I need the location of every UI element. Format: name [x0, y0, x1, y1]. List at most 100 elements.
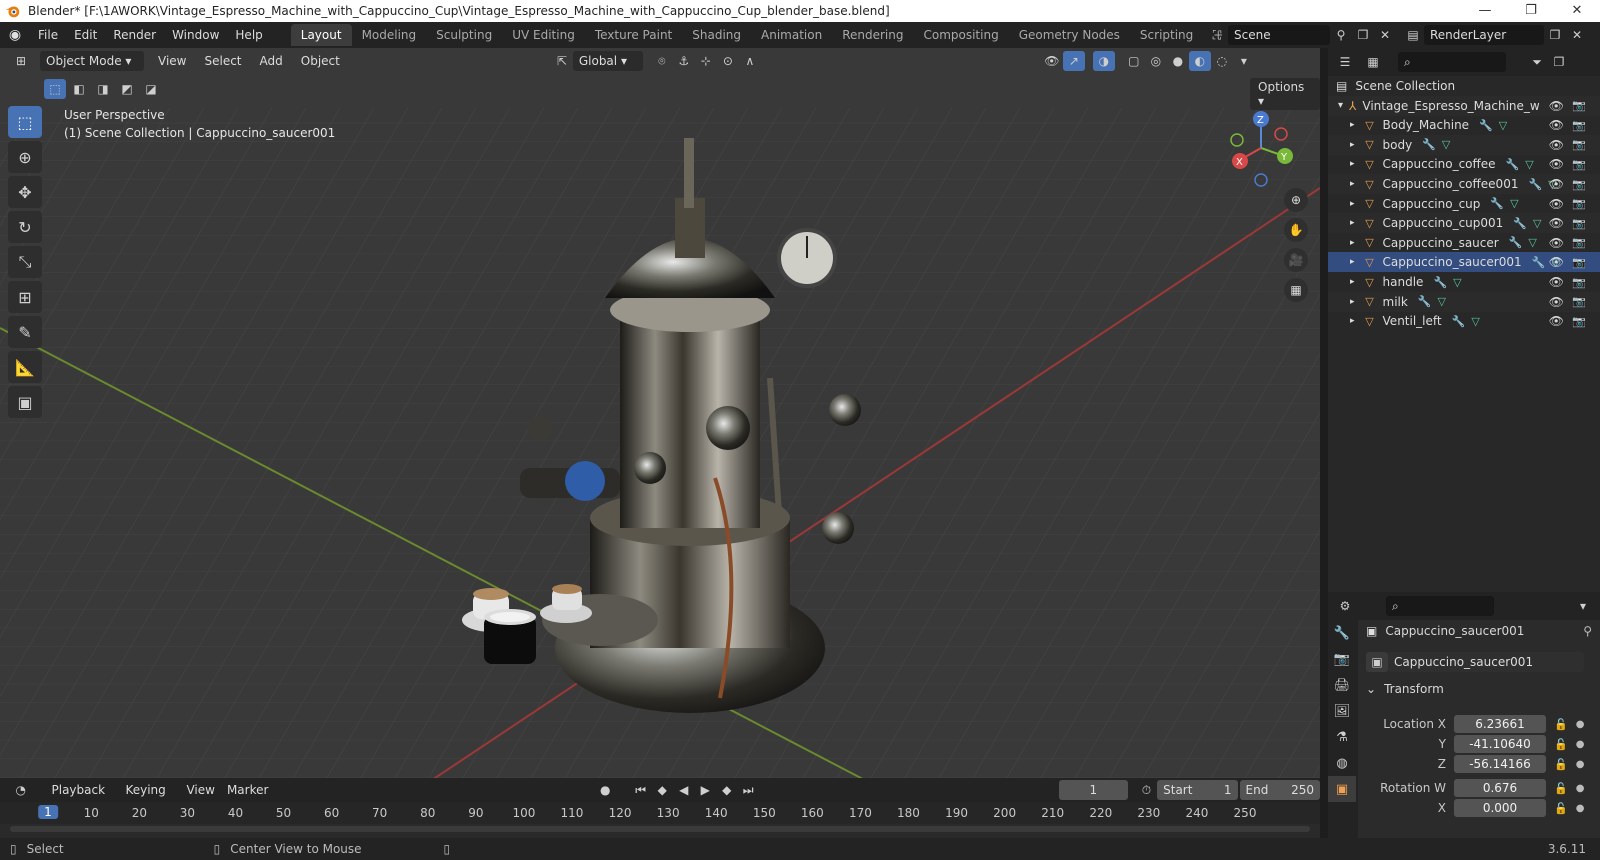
- vertex-group-icon[interactable]: ▽: [1453, 276, 1461, 289]
- navigation-gizmo[interactable]: Z Y X: [1226, 108, 1296, 188]
- editor-type-icon[interactable]: ⊞: [10, 51, 32, 71]
- expand-arrow-icon[interactable]: ▸: [1350, 238, 1355, 248]
- select-menu[interactable]: Select: [198, 51, 247, 71]
- solid-shading-icon[interactable]: ●: [1167, 51, 1189, 71]
- timeline-view-menu[interactable]: View: [180, 780, 220, 800]
- object-tab-icon[interactable]: ▣: [1328, 776, 1356, 802]
- properties-options-icon[interactable]: ▾: [1572, 596, 1594, 616]
- end-frame-field[interactable]: End 250: [1239, 780, 1320, 800]
- outliner-item[interactable]: ▸ ▽ Cappuccino_coffee001 🔧 ▽ 👁 📷: [1328, 174, 1600, 194]
- scene-field[interactable]: Scene: [1228, 25, 1330, 45]
- expand-arrow-icon[interactable]: ▸: [1350, 218, 1355, 228]
- timeline-editor[interactable]: ◔ Playback ▾ Keying ▾ View Marker ● ⏮ ◆ …: [0, 778, 1320, 838]
- shading-dropdown-icon[interactable]: ▾: [1233, 51, 1255, 71]
- annotate-tool-icon[interactable]: ✎: [8, 316, 42, 348]
- new-layer-icon[interactable]: ❐: [1544, 25, 1566, 45]
- outliner-item[interactable]: ▸ ▽ body 🔧 ▽ 👁 📷: [1328, 134, 1600, 155]
- rotate-tool-icon[interactable]: ↻: [8, 211, 42, 243]
- expand-arrow-icon[interactable]: ▸: [1350, 199, 1355, 209]
- scale-tool-icon[interactable]: ⤡: [8, 246, 42, 278]
- visibility-icon[interactable]: 👁: [1041, 51, 1063, 71]
- visibility-eye-icon[interactable]: 👁: [1549, 138, 1564, 152]
- visibility-eye-icon[interactable]: 👁: [1549, 177, 1564, 191]
- menu-help[interactable]: Help: [227, 22, 270, 48]
- visibility-eye-icon[interactable]: 👁: [1549, 236, 1564, 250]
- visibility-eye-icon[interactable]: 👁: [1549, 255, 1564, 269]
- keying-menu[interactable]: Keying ▾: [119, 780, 180, 817]
- outliner-collection-row[interactable]: ▾ ⅄ Vintage_Espresso_Machine_w 👁 📷: [1328, 95, 1600, 116]
- object-menu[interactable]: Object: [295, 51, 346, 71]
- tab-modeling[interactable]: Modeling: [352, 24, 427, 46]
- new-scene-icon[interactable]: ❐: [1352, 25, 1374, 45]
- menu-render[interactable]: Render: [105, 22, 164, 48]
- measure-tool-icon[interactable]: 📐: [8, 351, 42, 383]
- render-camera-icon[interactable]: 📷: [1572, 138, 1586, 151]
- expand-arrow-icon[interactable]: ▸: [1350, 297, 1355, 307]
- orientation-dropdown[interactable]: Global ▾: [572, 51, 643, 71]
- tab-scripting[interactable]: Scripting: [1130, 24, 1203, 46]
- rotation-x-field[interactable]: 0.000: [1454, 799, 1546, 817]
- snap-target-icon[interactable]: ⊹: [695, 51, 717, 71]
- lock-icon[interactable]: 🔓: [1554, 758, 1568, 771]
- tab-compositing[interactable]: Compositing: [913, 24, 1008, 46]
- render-camera-icon[interactable]: 📷: [1572, 295, 1586, 308]
- outliner-item[interactable]: ▸ ▽ Cappuccino_saucer001 🔧 ▽ 👁 📷: [1328, 252, 1600, 273]
- render-camera-icon[interactable]: 📷: [1572, 178, 1586, 191]
- lock-icon[interactable]: 🔓: [1554, 782, 1568, 795]
- scene-icon[interactable]: ⛶: [1206, 25, 1228, 45]
- jump-keyframe-forward-icon[interactable]: ◆: [716, 780, 738, 800]
- marker-menu[interactable]: Marker: [221, 780, 274, 800]
- select-subtract-icon[interactable]: ◨: [92, 79, 114, 99]
- visibility-eye-icon[interactable]: 👁: [1549, 197, 1564, 211]
- falloff-icon[interactable]: ∧: [739, 51, 761, 71]
- render-camera-icon[interactable]: 📷: [1572, 236, 1586, 249]
- snap-icon[interactable]: ⚓: [673, 51, 695, 71]
- modifier-wrench-icon[interactable]: 🔧: [1532, 256, 1546, 269]
- modifier-wrench-icon[interactable]: 🔧: [1490, 197, 1504, 210]
- visibility-eye-icon[interactable]: 👁: [1549, 99, 1564, 113]
- visibility-eye-icon[interactable]: 👁: [1549, 216, 1564, 230]
- wireframe-shading-icon[interactable]: ◎: [1145, 51, 1167, 71]
- view-menu[interactable]: View: [152, 51, 192, 71]
- location-x-field[interactable]: 6.23661: [1454, 715, 1546, 733]
- jump-start-icon[interactable]: ⏮: [630, 780, 652, 800]
- keyframe-dot-icon[interactable]: ●: [1576, 803, 1585, 814]
- visibility-eye-icon[interactable]: 👁: [1549, 118, 1564, 132]
- view-layer-tab-icon[interactable]: 🖼: [1328, 698, 1356, 724]
- render-layer-field[interactable]: RenderLayer: [1424, 25, 1544, 45]
- new-collection-icon[interactable]: ❐: [1548, 52, 1570, 72]
- rotation-w-field[interactable]: 0.676: [1454, 779, 1546, 797]
- view-layer-icon[interactable]: ▤: [1402, 25, 1424, 45]
- jump-keyframe-back-icon[interactable]: ◆: [651, 780, 673, 800]
- output-tab-icon[interactable]: 🖨: [1328, 672, 1356, 698]
- select-box-tool-icon[interactable]: ⬚: [8, 106, 42, 138]
- pan-hand-icon[interactable]: ✋: [1284, 218, 1308, 242]
- object-name-field[interactable]: Cappuccino_saucer001: [1388, 652, 1584, 672]
- vertex-group-icon[interactable]: ▽: [1438, 295, 1446, 308]
- minimize-button[interactable]: —: [1462, 0, 1508, 22]
- visibility-eye-icon[interactable]: 👁: [1549, 275, 1564, 289]
- modifier-wrench-icon[interactable]: 🔧: [1506, 158, 1520, 171]
- lock-icon[interactable]: 🔓: [1554, 718, 1568, 731]
- keyframe-dot-icon[interactable]: ●: [1576, 739, 1585, 750]
- display-mode-icon[interactable]: ▦: [1362, 52, 1384, 72]
- proportional-icon[interactable]: ⊙: [717, 51, 739, 71]
- keyframe-dot-icon[interactable]: ●: [1576, 783, 1585, 794]
- visibility-eye-icon[interactable]: 👁: [1549, 157, 1564, 171]
- tab-animation[interactable]: Animation: [751, 24, 832, 46]
- select-invert-icon[interactable]: ◩: [116, 79, 138, 99]
- modifier-wrench-icon[interactable]: 🔧: [1422, 138, 1436, 151]
- outliner-item[interactable]: ▸ ▽ Cappuccino_cup001 🔧 ▽ 👁 📷: [1328, 213, 1600, 234]
- render-camera-icon[interactable]: 📷: [1572, 99, 1586, 112]
- select-new-icon[interactable]: ⬚: [44, 79, 66, 99]
- playhead-frame[interactable]: 1: [38, 805, 58, 819]
- add-cube-tool-icon[interactable]: ▣: [8, 386, 42, 418]
- start-frame-field[interactable]: Start 1: [1157, 780, 1238, 800]
- vertex-group-icon[interactable]: ▽: [1525, 158, 1533, 171]
- expand-arrow-icon[interactable]: ▸: [1350, 179, 1355, 189]
- tab-shading[interactable]: Shading: [682, 24, 751, 46]
- modifier-wrench-icon[interactable]: 🔧: [1433, 276, 1447, 289]
- render-camera-icon[interactable]: 📷: [1572, 197, 1586, 210]
- outliner-editor-type-icon[interactable]: ☰: [1334, 52, 1356, 72]
- 3d-viewport[interactable]: ⊞ Object Mode ▾ View Select Add Object ⇱…: [0, 48, 1320, 778]
